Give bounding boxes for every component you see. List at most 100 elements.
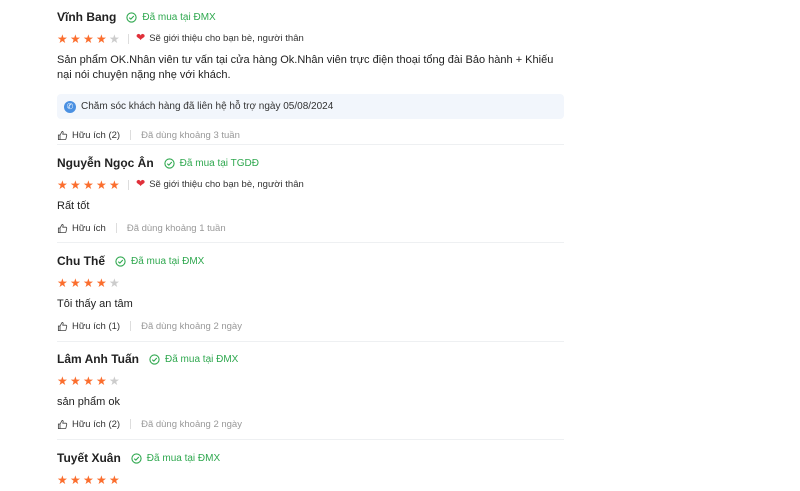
reviewer-name: Nguyễn Ngọc Ân — [57, 156, 154, 170]
rating-row: ★ ★ ★ ★ ★ — [57, 276, 564, 289]
divider — [130, 321, 132, 331]
star-rating: ★ ★ ★ ★ ★ — [57, 277, 122, 289]
purchase-badge: Đã mua tại TGDĐ — [164, 158, 259, 169]
divider — [130, 130, 132, 140]
purchase-badge: Đã mua tại ĐMX — [115, 256, 204, 267]
review-content: Tôi thấy an tâm — [57, 298, 133, 310]
star-icon: ★ — [96, 275, 107, 290]
heart-icon: ❤ — [136, 178, 146, 190]
reviewer-name: Lâm Anh Tuấn — [57, 352, 139, 366]
purchase-badge-text: Đã mua tại TGDĐ — [179, 157, 259, 169]
recommend-text: Sẽ giới thiệu cho bạn bè, người thân — [149, 179, 304, 190]
star-icon: ★ — [96, 472, 107, 487]
helpful-button[interactable]: Hữu ích (2) — [57, 130, 120, 141]
support-reply: ✆ Chăm sóc khách hàng đã liên hệ hỗ trợ … — [57, 94, 564, 119]
usage-duration: Đã dùng khoảng 3 tuần — [141, 129, 240, 141]
usage-duration: Đã dùng khoảng 1 tuần — [126, 222, 226, 234]
star-icon: ★ — [57, 177, 68, 192]
review-footer: Hữu ích (2) Đã dùng khoảng 2 ngày — [57, 418, 564, 430]
star-icon: ★ — [83, 275, 94, 290]
star-icon: ★ — [83, 472, 94, 487]
usage-duration: Đã dùng khoảng 2 ngày — [141, 418, 242, 430]
review-separator — [57, 439, 564, 440]
star-icon: ★ — [109, 275, 120, 290]
recommend-text: Sẽ giới thiệu cho bạn bè, người thân — [149, 33, 304, 44]
divider — [115, 223, 117, 233]
check-circle-icon — [126, 11, 137, 23]
purchase-badge: Đã mua tại ĐMX — [149, 354, 238, 365]
support-agent-icon: ✆ — [64, 100, 76, 113]
purchase-badge-text: Đã mua tại ĐMX — [146, 452, 221, 464]
review-footer: Hữu ích (1) Đã dùng khoảng 2 ngày — [57, 320, 564, 332]
purchase-badge: Đã mua tại ĐMX — [126, 11, 216, 23]
review-header: Nguyễn Ngọc Ân Đã mua tại TGDĐ — [57, 155, 564, 171]
review-content: Sản phẩm OK.Nhân viên tư vấn tại cửa hàn… — [57, 54, 554, 81]
helpful-label: Hữu ích (1) — [72, 320, 121, 332]
rating-row: ★ ★ ★ ★ ★ ❤ Sẽ giới thiệu cho bạn bè, người … — [57, 32, 564, 45]
review-footer: Hữu ích (2) Đã dùng khoảng 3 tuần — [57, 129, 564, 141]
divider — [128, 179, 129, 190]
review-header: Lâm Anh Tuấn Đã mua tại ĐMX — [57, 351, 564, 367]
star-icon: ★ — [70, 275, 81, 290]
star-icon: ★ — [109, 472, 120, 487]
review-item: Chu Thế Đã mua tại ĐMX ★ ★ ★ ★ ★ Tôi thấy an… — [57, 253, 564, 332]
purchase-badge-text: Đã mua tại ĐMX — [165, 353, 239, 365]
review-separator — [57, 341, 564, 342]
star-icon: ★ — [57, 275, 68, 290]
star-rating: ★ ★ ★ ★ ★ — [57, 33, 122, 45]
reviewer-name: Vĩnh Bang — [57, 10, 117, 24]
star-icon: ★ — [83, 177, 94, 192]
star-icon: ★ — [70, 31, 81, 46]
review-footer: Hữu ích Đã dùng khoảng 1 tuần — [57, 222, 564, 234]
star-icon: ★ — [96, 373, 107, 388]
review-separator — [57, 242, 564, 243]
review-list: Vĩnh Bang Đã mua tại ĐMX ★ ★ ★ ★ ★ ❤ Sẽ giới… — [0, 0, 800, 491]
purchase-badge-text: Đã mua tại ĐMX — [142, 11, 216, 23]
reviewer-name: Chu Thế — [57, 254, 105, 268]
thumbs-up-icon — [57, 321, 68, 331]
purchase-badge: Đã mua tại ĐMX — [131, 453, 220, 464]
reviewer-name: Tuyết Xuân — [57, 451, 121, 465]
star-icon: ★ — [83, 373, 94, 388]
thumbs-up-icon — [57, 419, 68, 429]
usage-duration: Đã dùng khoảng 2 ngày — [141, 320, 242, 332]
rating-row: ★ ★ ★ ★ ★ — [57, 374, 564, 387]
divider — [128, 33, 129, 44]
check-circle-icon — [115, 255, 126, 267]
purchase-badge-text: Đã mua tại ĐMX — [131, 255, 205, 267]
review-header: Vĩnh Bang Đã mua tại ĐMX — [57, 9, 564, 25]
star-icon: ★ — [57, 472, 68, 487]
rating-row: ★ ★ ★ ★ ★ ❤ Sẽ giới thiệu cho bạn bè, người … — [57, 178, 564, 191]
review-item: Vĩnh Bang Đã mua tại ĐMX ★ ★ ★ ★ ★ ❤ Sẽ giới… — [57, 9, 564, 141]
star-icon: ★ — [109, 31, 120, 46]
check-circle-icon — [131, 452, 142, 464]
star-icon: ★ — [96, 177, 107, 192]
star-icon: ★ — [57, 31, 68, 46]
rating-row: ★ ★ ★ ★ ★ — [57, 473, 564, 486]
star-rating: ★ ★ ★ ★ ★ — [57, 474, 122, 486]
star-icon: ★ — [57, 373, 68, 388]
divider — [130, 419, 132, 429]
star-rating: ★ ★ ★ ★ ★ — [57, 179, 122, 191]
star-rating: ★ ★ ★ ★ ★ — [57, 375, 122, 387]
check-circle-icon — [164, 157, 175, 169]
star-icon: ★ — [70, 373, 81, 388]
helpful-button[interactable]: Hữu ích — [57, 223, 106, 234]
support-reply-text: Chăm sóc khách hàng đã liên hệ hỗ trợ ng… — [81, 101, 334, 112]
star-icon: ★ — [109, 373, 120, 388]
check-circle-icon — [149, 353, 160, 365]
star-icon: ★ — [109, 177, 120, 192]
helpful-button[interactable]: Hữu ích (2) — [57, 419, 120, 430]
review-item: Tuyết Xuân Đã mua tại ĐMX ★ ★ ★ ★ ★ — [57, 450, 564, 486]
review-header: Chu Thế Đã mua tại ĐMX — [57, 253, 564, 269]
helpful-label: Hữu ích (2) — [72, 129, 121, 141]
star-icon: ★ — [70, 472, 81, 487]
review-item: Nguyễn Ngọc Ân Đã mua tại TGDĐ ★ ★ ★ ★ ★ ❤ S… — [57, 155, 564, 234]
star-icon: ★ — [83, 31, 94, 46]
review-item: Lâm Anh Tuấn Đã mua tại ĐMX ★ ★ ★ ★ ★ sản ph… — [57, 351, 564, 430]
review-header: Tuyết Xuân Đã mua tại ĐMX — [57, 450, 564, 466]
helpful-button[interactable]: Hữu ích (1) — [57, 321, 120, 332]
review-separator — [57, 144, 564, 145]
review-content: sản phẩm ok — [57, 396, 120, 408]
review-content: Rất tốt — [57, 200, 90, 212]
